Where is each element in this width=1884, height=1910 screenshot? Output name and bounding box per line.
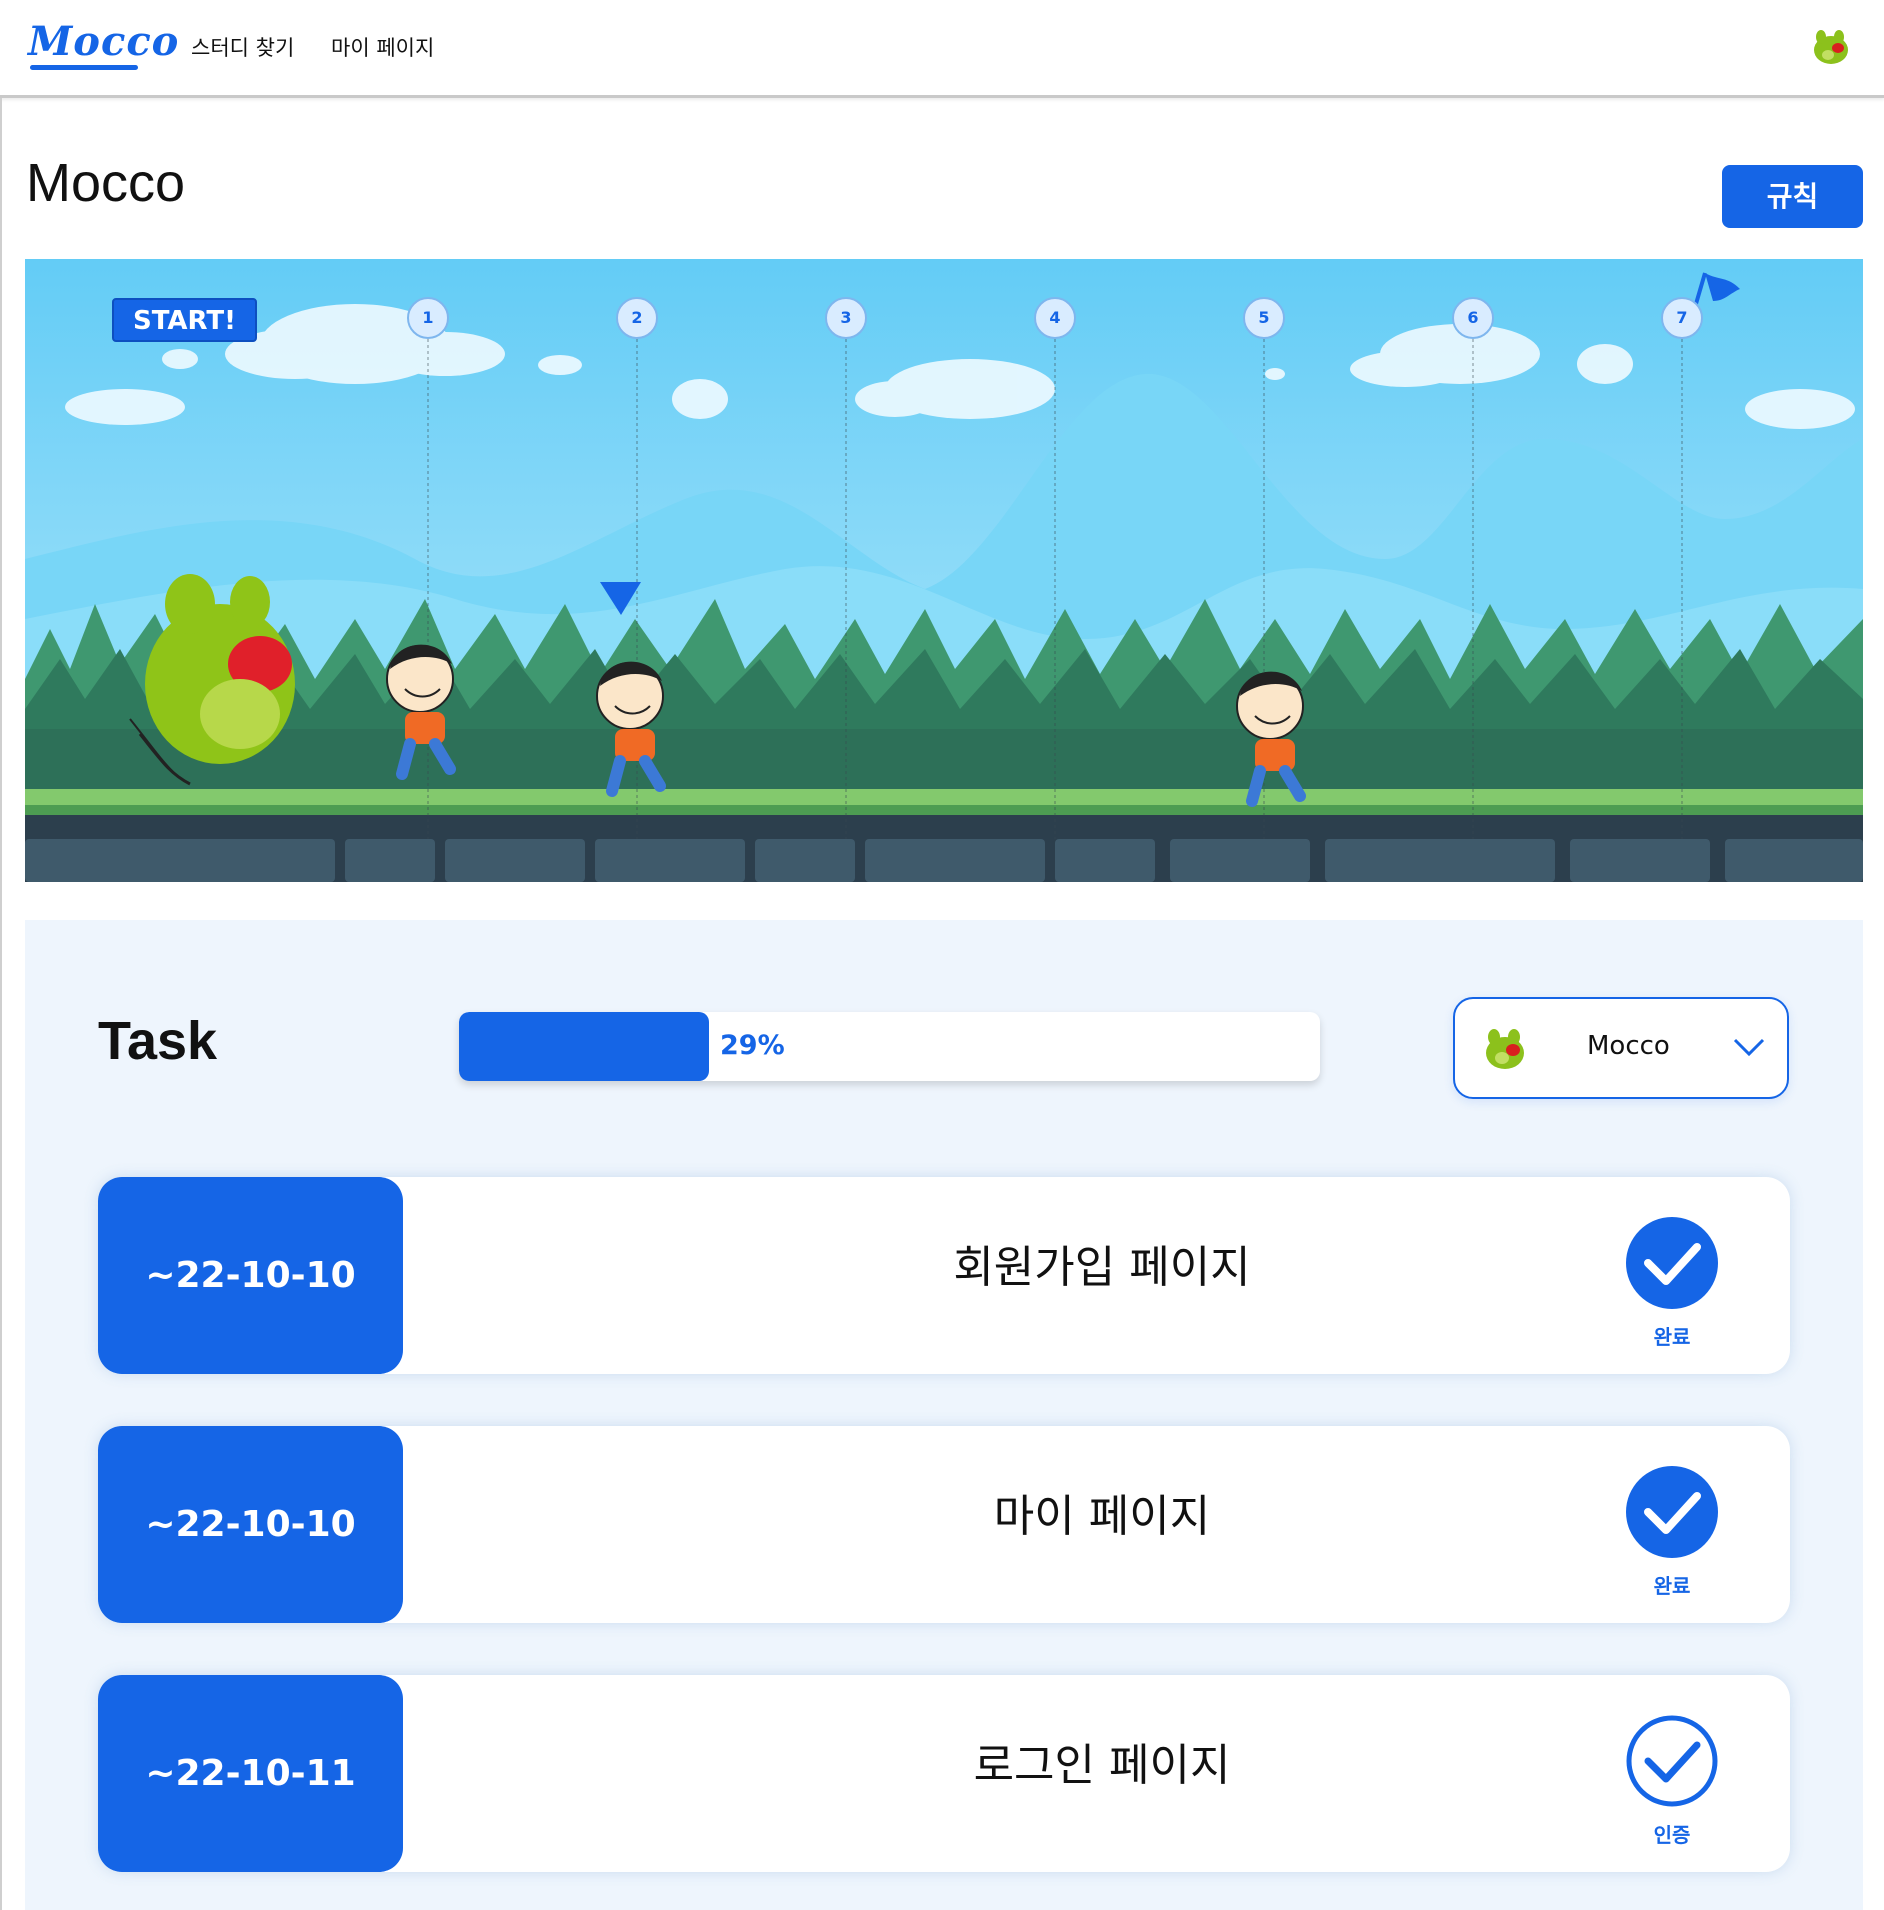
progress-race-banner: START! 1 2 3 4 5 6 7 [25, 259, 1863, 882]
start-badge: START! [112, 298, 257, 342]
stage-marker-3: 3 [825, 297, 867, 339]
nav-my-page[interactable]: 마이 페이지 [331, 32, 434, 62]
rules-button[interactable]: 규칙 [1722, 165, 1863, 228]
task-status-label: 완료 [1653, 1574, 1691, 1598]
member-select-dropdown[interactable]: Mocco [1453, 997, 1789, 1099]
page-title: Mocco [26, 153, 186, 213]
check-verify-icon[interactable] [1624, 1713, 1720, 1809]
task-due-date: ~22-10-11 [98, 1675, 403, 1872]
race-background [25, 259, 1863, 882]
task-name: 마이 페이지 [993, 1491, 1211, 1542]
task-card: ~22-10-11 로그인 페이지 인증 [98, 1675, 1790, 1872]
task-heading: Task [98, 1011, 218, 1071]
logo-underline [30, 65, 138, 70]
stage-marker-6: 6 [1452, 297, 1494, 339]
task-progress-bar [459, 1012, 1320, 1081]
stage-marker-5: 5 [1243, 297, 1285, 339]
stage-marker-2: 2 [616, 297, 658, 339]
task-card: ~22-10-10 마이 페이지 완료 [98, 1426, 1790, 1623]
task-name: 로그인 페이지 [973, 1740, 1231, 1791]
task-progress-label: 29% [720, 1030, 785, 1061]
task-progress-fill [459, 1012, 709, 1081]
check-complete-icon[interactable] [1624, 1464, 1720, 1560]
logo[interactable]: Mocco [28, 18, 179, 65]
task-card: ~22-10-10 회원가입 페이지 완료 [98, 1177, 1790, 1374]
top-nav-bar: Mocco 스터디 찾기 마이 페이지 [0, 0, 1884, 98]
task-due-date: ~22-10-10 [98, 1177, 403, 1374]
chevron-down-icon [1733, 1038, 1765, 1057]
member-select-value: Mocco [1587, 1031, 1670, 1061]
task-name: 회원가입 페이지 [953, 1242, 1251, 1293]
frog-avatar-icon[interactable] [1810, 28, 1852, 66]
stage-marker-7: 7 [1661, 297, 1703, 339]
stage-marker-4: 4 [1034, 297, 1076, 339]
task-status-label: 완료 [1653, 1325, 1691, 1349]
stage-marker-1: 1 [407, 297, 449, 339]
task-status-label: 인증 [1653, 1823, 1691, 1847]
page-left-border [0, 98, 2, 1910]
frog-avatar-icon [1486, 1029, 1524, 1069]
nav-find-study[interactable]: 스터디 찾기 [191, 32, 294, 62]
check-complete-icon[interactable] [1624, 1215, 1720, 1311]
task-due-date: ~22-10-10 [98, 1426, 403, 1623]
